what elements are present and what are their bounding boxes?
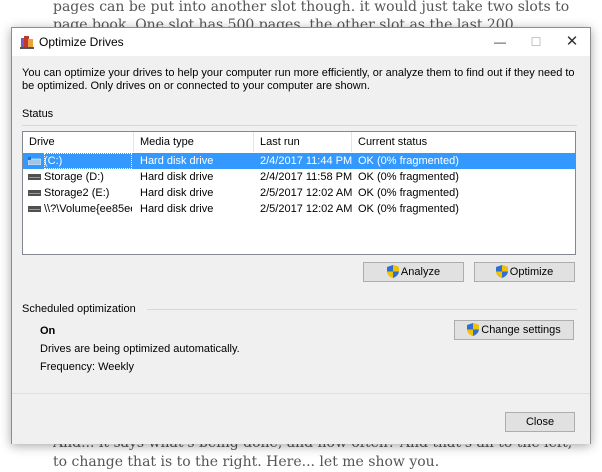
hard-drive-icon [28, 190, 41, 196]
drive-name: Storage2 (E:) [44, 187, 110, 199]
drive-row-c[interactable]: (C:) Hard disk drive 2/4/2017 11:44 PM O… [23, 153, 575, 169]
column-header-drive[interactable]: Drive [23, 132, 134, 152]
schedule-message: Drives are being optimized automatically… [40, 343, 240, 355]
title-bar[interactable]: Optimize Drives — ☐ ✕ [12, 28, 590, 56]
last-run: 2/4/2017 11:44 PM [260, 155, 352, 167]
optimize-drives-app-icon [20, 36, 34, 49]
schedule-state: On [40, 325, 56, 337]
media-type: Hard disk drive [140, 203, 214, 215]
current-status: OK (0% fragmented) [358, 155, 459, 167]
close-window-button[interactable]: ✕ [554, 28, 590, 56]
drive-name: Storage (D:) [44, 171, 104, 183]
drive-list[interactable]: Drive Media type Last run Current status… [22, 131, 576, 255]
analyze-button[interactable]: Analyze [363, 262, 464, 282]
scheduled-divider [147, 309, 577, 310]
window-title: Optimize Drives [39, 35, 124, 49]
column-header-media-type[interactable]: Media type [134, 132, 254, 152]
current-status: OK (0% fragmented) [358, 171, 459, 183]
media-type: Hard disk drive [140, 155, 214, 167]
change-settings-button[interactable]: Change settings [454, 320, 574, 340]
windows-drive-icon [28, 157, 41, 165]
drive-row-d[interactable]: Storage (D:) Hard disk drive 2/4/2017 11… [23, 169, 575, 185]
drive-list-header: Drive Media type Last run Current status [23, 132, 575, 152]
uac-shield-icon [386, 265, 399, 278]
status-section-label: Status [22, 108, 54, 120]
minimize-button[interactable]: — [482, 28, 518, 56]
background-text-line-4: to change that is to the right. Here... … [53, 454, 440, 470]
last-run: 2/5/2017 12:02 AM [260, 187, 352, 199]
column-header-current-status[interactable]: Current status [352, 132, 575, 152]
last-run: 2/4/2017 11:58 PM [260, 171, 352, 183]
maximize-button[interactable]: ☐ [518, 28, 554, 56]
optimize-button[interactable]: Optimize [474, 262, 575, 282]
optimize-drives-window: Optimize Drives — ☐ ✕ You can optimize y… [11, 27, 591, 444]
change-settings-button-label: Change settings [481, 324, 561, 336]
drive-name: (C:) [44, 153, 132, 169]
schedule-frequency: Frequency: Weekly [40, 361, 134, 373]
last-run: 2/5/2017 12:02 AM [260, 203, 352, 215]
description-text: You can optimize your drives to help you… [22, 67, 575, 92]
uac-shield-icon [467, 323, 480, 336]
analyze-button-label: Analyze [400, 266, 441, 278]
status-divider [22, 125, 577, 126]
scheduled-section-label: Scheduled optimization [22, 303, 136, 315]
column-header-last-run[interactable]: Last run [254, 132, 352, 152]
optimize-button-label: Optimize [509, 266, 554, 278]
hard-drive-icon [28, 206, 41, 212]
drive-name: \\?\Volume{ee85ee... [44, 203, 132, 215]
hard-drive-icon [28, 174, 41, 180]
current-status: OK (0% fragmented) [358, 187, 459, 199]
current-status: OK (0% fragmented) [358, 203, 459, 215]
drive-row-e[interactable]: Storage2 (E:) Hard disk drive 2/5/2017 1… [23, 185, 575, 201]
media-type: Hard disk drive [140, 187, 214, 199]
uac-shield-icon [495, 265, 508, 278]
drive-row-volume[interactable]: \\?\Volume{ee85ee... Hard disk drive 2/5… [23, 201, 575, 217]
close-button[interactable]: Close [505, 412, 575, 432]
dialog-footer: Close [12, 393, 590, 444]
media-type: Hard disk drive [140, 171, 214, 183]
